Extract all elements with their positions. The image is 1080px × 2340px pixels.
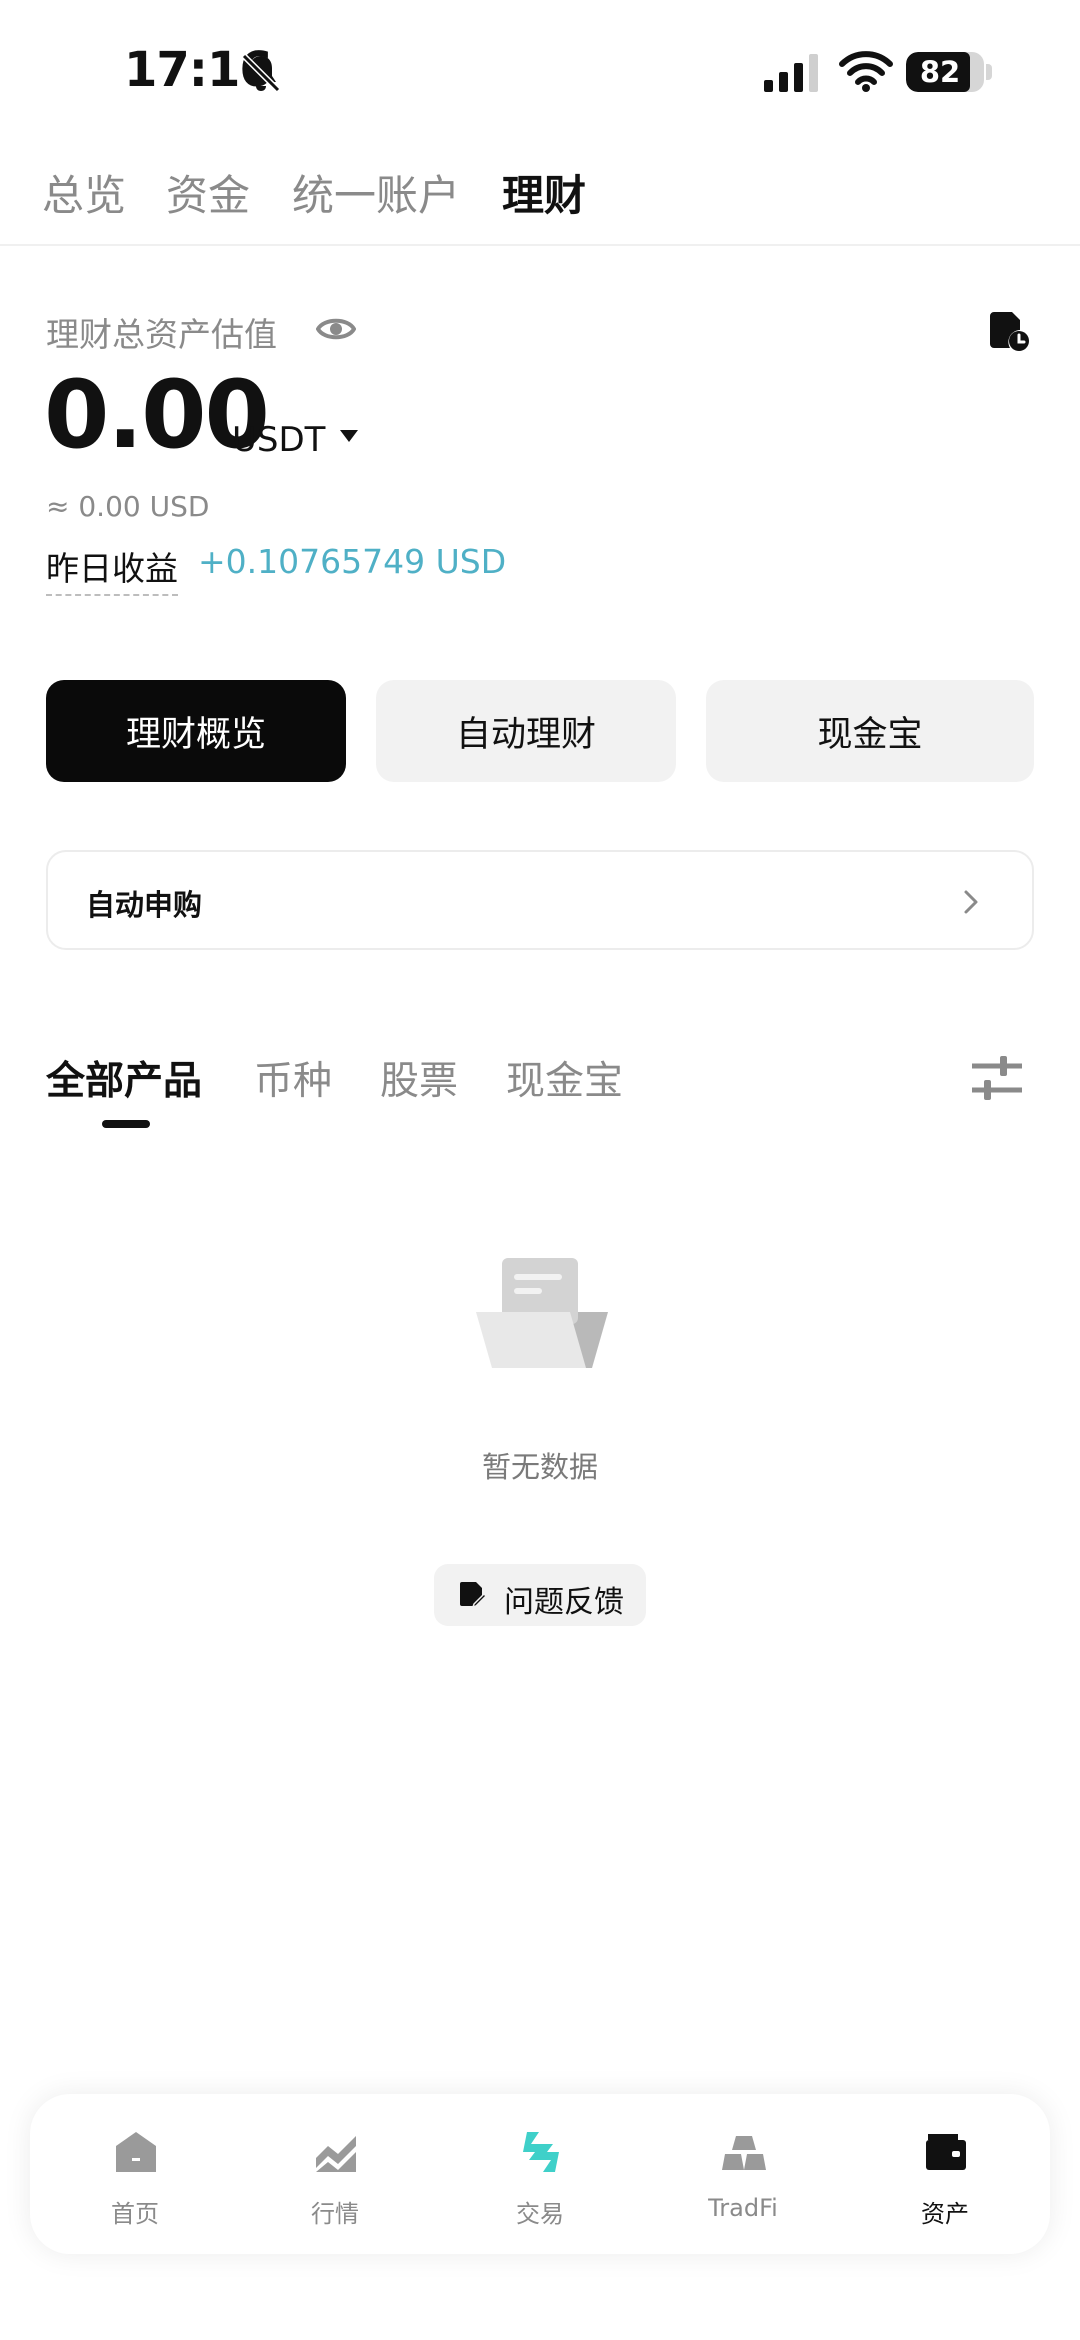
battery-cap — [986, 64, 992, 80]
bottom-nav: 首页 行情 交易 TradFi 资产 — [30, 2094, 1050, 2254]
asset-unit-selector[interactable]: USDT — [232, 420, 325, 460]
top-tabs: 总览 资金 统一账户 理财 — [0, 140, 1080, 246]
bell-muted-icon — [241, 53, 281, 93]
active-tab-underline — [102, 1120, 150, 1128]
yesterday-earnings-label[interactable]: 昨日收益 — [46, 542, 178, 596]
tab-unified-account[interactable]: 统一账户 — [292, 162, 460, 223]
battery-indicator: 82 — [906, 52, 984, 92]
tab-earn[interactable]: 理财 — [502, 162, 586, 223]
eye-icon[interactable] — [316, 312, 356, 346]
nav-trade[interactable]: 交易 — [465, 2094, 615, 2254]
wallet-icon — [926, 2134, 966, 2170]
wifi-icon — [839, 51, 893, 92]
battery-level-text: 82 — [919, 55, 961, 89]
market-chart-icon — [316, 2136, 356, 2172]
caret-down-icon[interactable] — [338, 428, 360, 444]
auto-subscribe-label: 自动申购 — [86, 888, 203, 922]
tab-all-products[interactable]: 全部产品 — [46, 1050, 202, 1106]
status-bar: 17:16 82 — [0, 0, 1080, 140]
cellular-signal-icon — [764, 54, 818, 92]
tab-stocks[interactable]: 股票 — [380, 1050, 458, 1106]
nav-market-label: 行情 — [311, 2200, 359, 2228]
screen: 17:16 82 总览 资金 统一账户 理财 理财总资产估值 0.00 USDT… — [0, 0, 1080, 2340]
feedback-button[interactable]: 问题反馈 — [434, 1564, 646, 1626]
home-indicator-area — [0, 2300, 1080, 2340]
empty-state-text: 暂无数据 — [481, 1450, 598, 1484]
gold-bars-icon — [722, 2136, 766, 2170]
earn-overview-button[interactable]: 理财概览 — [46, 680, 346, 782]
tab-funds[interactable]: 资金 — [166, 162, 250, 223]
asset-estimate-label: 理财总资产估值 — [46, 315, 277, 354]
nav-assets-label: 资产 — [921, 2200, 969, 2228]
nav-home[interactable]: 首页 — [60, 2094, 210, 2254]
auto-earn-button[interactable]: 自动理财 — [376, 680, 676, 782]
chevron-right-icon — [964, 890, 978, 914]
tab-cash-vault[interactable]: 现金宝 — [506, 1050, 623, 1106]
nav-tradfi-label: TradFi — [708, 2194, 778, 2222]
tab-overview[interactable]: 总览 — [42, 162, 126, 223]
nav-home-label: 首页 — [111, 2200, 159, 2228]
feedback-edit-icon — [460, 1582, 486, 1609]
usd-approx-value: ≈ 0.00 USD — [46, 490, 210, 523]
trade-exchange-icon — [523, 2132, 559, 2172]
nav-tradfi[interactable]: TradFi — [668, 2094, 818, 2254]
home-icon — [116, 2132, 156, 2172]
auto-subscribe-row[interactable]: 自动申购 — [46, 850, 1034, 950]
nav-assets[interactable]: 资产 — [870, 2094, 1020, 2254]
history-record-icon[interactable] — [986, 308, 1030, 352]
empty-folder-icon — [476, 1258, 608, 1368]
yesterday-earnings-value: +0.10765749 USD — [198, 542, 507, 581]
nav-market[interactable]: 行情 — [260, 2094, 410, 2254]
cash-vault-button[interactable]: 现金宝 — [706, 680, 1034, 782]
filter-sliders-icon[interactable] — [970, 1054, 1024, 1102]
nav-trade-label: 交易 — [516, 2200, 564, 2228]
feedback-label: 问题反馈 — [504, 1585, 624, 1620]
tab-coins[interactable]: 币种 — [254, 1050, 332, 1106]
